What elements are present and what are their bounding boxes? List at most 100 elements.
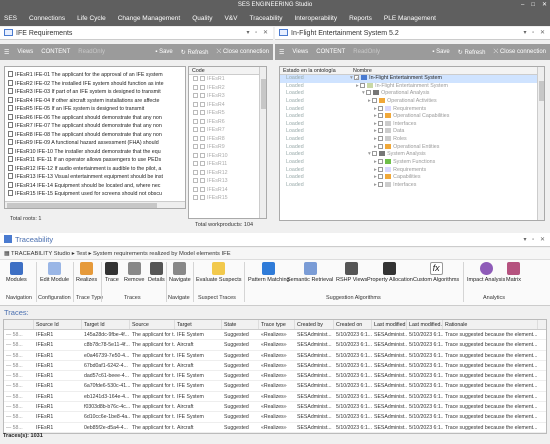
checkbox[interactable] [378,120,384,126]
column-header[interactable]: Created by [295,320,334,329]
list-item[interactable]: IFEsR10 IFE-10 The installer should demo… [5,147,185,157]
panel-controls[interactable]: ▾ ▫ ✕ [524,233,548,247]
list-item[interactable]: IFEsR7 [189,126,266,135]
list-item[interactable]: IFEsR8 IFE-08 The applicant should demon… [5,130,185,140]
table-row[interactable]: — 58... IFEsR1 0eb85f2e-d5a4-4... The appli… [4,423,546,433]
checkbox[interactable] [193,135,198,141]
impact-analysis-button[interactable]: Impact Analysis [467,262,505,283]
views-dropdown[interactable]: Views [292,49,308,55]
checkbox[interactable] [360,82,366,88]
close-connection-button[interactable]: ⤬ Close connection [494,49,547,56]
checkbox[interactable] [200,169,205,175]
checkbox[interactable] [200,161,205,166]
list-item[interactable]: IFEsR12 [189,169,266,178]
list-item[interactable]: IFEsR11 [189,160,266,169]
horizontal-scrollbar[interactable] [5,201,185,208]
content-label[interactable]: CONTENT [41,49,70,55]
panel-controls[interactable]: ▾ ▫ ✕ [524,27,548,40]
table-row[interactable]: — 58... IFEsR1 f0303d8b-b76c-4c... The appl… [4,402,546,413]
breadcrumb-item[interactable]: System requirements realized by Model el… [93,251,231,257]
column-header[interactable]: Source [130,320,175,329]
custom-algorithms-button[interactable]: fx Custom Algorithms [413,262,459,283]
table-row[interactable]: — 58... IFEsR1 eb1241d3-164e-4... The appli… [4,392,546,403]
tree-row[interactable]: Loaded ▸ Capabilities [280,174,544,182]
tree-row[interactable]: Loaded ▸ Roles [280,136,544,144]
checkbox[interactable] [378,113,384,119]
column-header[interactable]: Last modified... [372,320,407,329]
checkbox[interactable]: ✓ [354,75,360,82]
semantic-retrieval-button[interactable]: Semantic Retrieval [287,262,333,283]
state-column-header[interactable]: Estado en la ontología [283,67,353,74]
checkbox[interactable] [193,84,198,90]
checkbox[interactable] [193,178,198,183]
property-allocation-button[interactable]: Property Allocation [367,262,413,283]
remove-button[interactable]: Remove [124,262,144,283]
list-item[interactable]: IFEsR1 [189,75,266,84]
trace-button[interactable]: Trace [105,262,119,283]
menu-traceability[interactable]: Traceability [249,15,282,22]
list-item[interactable]: IFEsR15 IFE-15 Equipment used for screen… [5,190,185,199]
vertical-scrollbar[interactable] [259,67,266,218]
traces-table[interactable]: Source Id Target Id Source Target State … [3,319,547,434]
checkbox[interactable] [378,128,384,134]
column-header[interactable]: Created on [334,320,372,329]
list-item[interactable]: IFEsR12 IFE-12 If audio entertainment is… [5,164,185,174]
list-item[interactable]: IFEsR11 IFE-11 If an operator allows pas… [5,156,185,165]
checkbox[interactable] [372,151,378,157]
column-header[interactable]: Trace type [259,320,295,329]
list-item[interactable]: IFEsR15 [189,194,266,203]
tree-row[interactable]: Loaded ▸ Requirements [280,166,544,175]
matrix-button[interactable]: Matrix [506,262,521,283]
list-item[interactable]: IFEsR13 IFE-13 Visual entertainment equi… [5,173,185,182]
maximize-icon[interactable]: □ [531,0,535,11]
column-header[interactable]: State [222,320,259,329]
modules-button[interactable]: Modules [6,262,27,283]
name-column-header[interactable]: Nombre [353,67,372,74]
details-button[interactable]: Details [148,262,165,283]
list-item[interactable]: IFEsR2 IFE-02 The installed IFE system s… [5,79,185,89]
table-row[interactable]: — 58... IFEsR1 dad57c61-beee-4... The appli… [4,371,546,382]
checkbox[interactable] [193,93,198,98]
tree-row[interactable]: Loaded ▸ Interfaces [280,181,544,190]
column-header[interactable]: Target [175,320,222,329]
checkbox[interactable] [378,143,384,149]
checkbox[interactable] [193,169,198,175]
expand-column-header[interactable] [4,320,34,329]
list-item[interactable]: IFEsR9 [189,143,266,152]
menu-ple-management[interactable]: PLE Management [384,15,436,22]
checkbox[interactable] [200,152,205,158]
minimize-icon[interactable]: – [521,0,524,11]
realizes-button[interactable]: Realizes [76,262,97,283]
list-item[interactable]: IFEsR13 [189,177,266,186]
save-button[interactable]: ▪ Save [432,49,449,56]
checkbox[interactable] [193,110,198,115]
list-item[interactable]: IFEsR1 IFE-01 The applicant for the appr… [5,71,185,80]
checkbox[interactable] [193,195,198,200]
tree-row[interactable]: Loaded ▸ Operational Entities [280,143,544,152]
refresh-button[interactable]: ↻ Refresh [458,49,486,56]
list-item[interactable]: IFEsR3 [189,92,266,101]
menu-vv[interactable]: V&V [224,15,237,22]
checkbox[interactable] [200,84,205,90]
checkbox[interactable] [193,186,198,192]
checkbox[interactable] [200,118,205,124]
table-row[interactable]: — 58... IFEsR1 6a70fde6-530c-41... The appl… [4,381,546,392]
checkbox[interactable] [193,152,198,158]
list-item[interactable]: IFEsR8 [189,135,266,144]
list-item[interactable]: IFEsR5 [189,109,266,118]
list-item[interactable]: IFEsR4 [189,101,266,110]
column-header[interactable]: Rationale [443,320,538,329]
list-item[interactable]: IFEsR14 [189,186,266,195]
hamburger-icon[interactable]: ☰ [4,49,9,56]
checkbox[interactable] [372,97,378,103]
tree-row[interactable]: Loaded ▸ Interfaces [280,120,544,129]
hamburger-icon[interactable]: ☰ [279,49,284,56]
refresh-button[interactable]: ↻ Refresh [181,49,209,56]
content-label[interactable]: CONTENT [316,49,345,55]
list-item[interactable]: IFEsR4 IFE-04 If other aircraft system i… [5,96,185,106]
column-header[interactable]: Target Id [82,320,130,329]
column-header[interactable]: Last modified... [407,320,443,329]
breadcrumb-item[interactable]: Test [76,251,87,257]
checkbox[interactable] [193,161,198,166]
tree-row[interactable]: Loaded ▸ Requirements [280,105,544,114]
